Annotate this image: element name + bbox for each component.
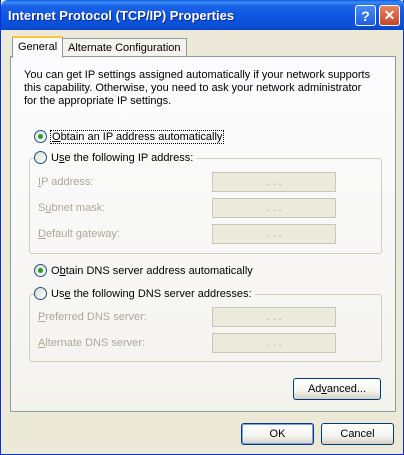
tab-general[interactable]: General — [12, 36, 64, 59]
help-button[interactable]: ? — [355, 5, 376, 26]
obtain-dns-automatically-radio[interactable]: Obtain DNS server address automatically — [34, 264, 256, 277]
use-following-ip-radio[interactable]: Use the following IP address: — [34, 151, 197, 164]
tab-alternate-configuration[interactable]: Alternate Configuration — [62, 38, 187, 56]
alternate-dns-label: Alternate DNS server: — [38, 337, 145, 349]
question-mark-icon: ? — [361, 7, 370, 24]
radio-label: Use the following IP address: — [51, 151, 194, 164]
close-icon: ✕ — [383, 7, 396, 23]
cancel-button[interactable]: Cancel — [321, 423, 394, 445]
radio-label: Obtain an IP address automatically — [49, 129, 225, 144]
window-title: Internet Protocol (TCP/IP) Properties — [8, 8, 235, 23]
tab-label: Alternate Configuration — [68, 42, 181, 54]
subnet-mask-label: Subnet mask: — [38, 202, 106, 214]
subnet-mask-input[interactable]: . . . — [212, 198, 336, 218]
radio-selected-icon — [34, 264, 47, 277]
title-bar[interactable]: Internet Protocol (TCP/IP) Properties ? … — [1, 0, 404, 30]
use-following-dns-radio[interactable]: Use the following DNS server addresses: — [34, 287, 255, 300]
radio-label: Obtain DNS server address automatically — [51, 264, 253, 277]
button-label: Advanced... — [307, 383, 367, 395]
ip-address-input[interactable]: . . . — [212, 172, 336, 192]
ip-address-label: IP address: — [38, 176, 94, 188]
preferred-dns-input[interactable]: . . . — [212, 307, 336, 327]
description-text: You can get IP settings assigned automat… — [24, 69, 371, 107]
ok-button[interactable]: OK — [241, 423, 314, 445]
tab-label: General — [18, 41, 58, 53]
default-gateway-input[interactable]: . . . — [212, 224, 336, 244]
tcpip-properties-dialog: Internet Protocol (TCP/IP) Properties ? … — [0, 0, 404, 455]
advanced-button[interactable]: Advanced... — [293, 378, 381, 400]
alternate-dns-input[interactable]: . . . — [212, 333, 336, 353]
radio-unselected-icon — [34, 287, 47, 300]
preferred-dns-label: Preferred DNS server: — [38, 311, 147, 323]
obtain-ip-automatically-radio[interactable]: Obtain an IP address automatically — [34, 129, 226, 144]
radio-unselected-icon — [34, 151, 47, 164]
default-gateway-label: Default gateway: — [38, 228, 120, 240]
close-button[interactable]: ✕ — [379, 5, 400, 26]
radio-label: Use the following DNS server addresses: — [51, 287, 252, 300]
radio-selected-icon — [34, 130, 47, 143]
